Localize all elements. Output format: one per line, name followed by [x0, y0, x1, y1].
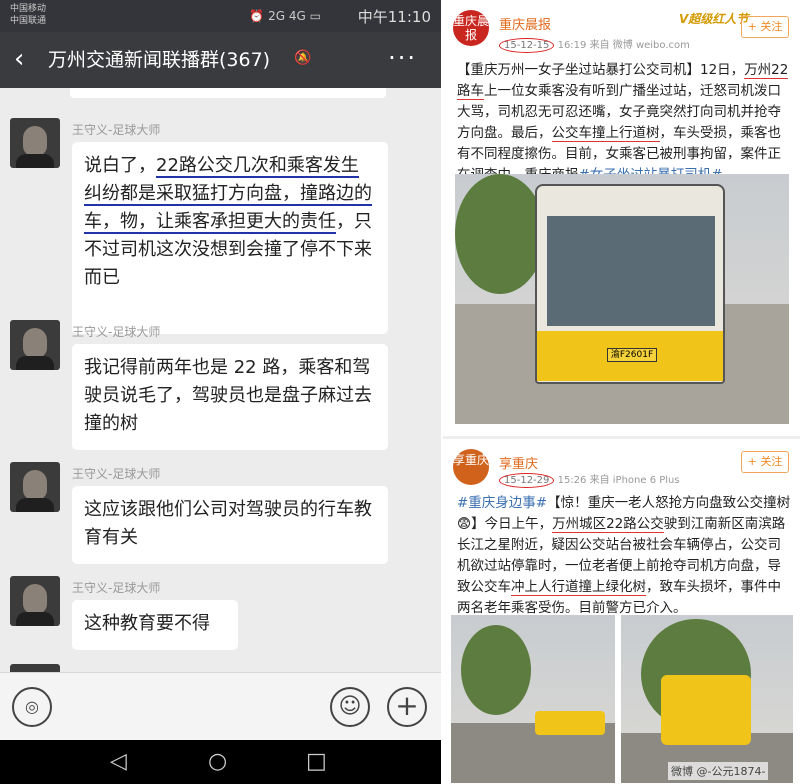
input-bar: ◎ ☺ +	[0, 672, 441, 740]
post-time: 16:19	[557, 40, 587, 51]
bus-image: 渝F2601F	[535, 184, 725, 384]
message-bubble[interactable]: 我记得前两年也是 22 路，乘客和驾驶员说毛了，驾驶员也是盘子麻过去撞的树	[72, 344, 388, 450]
avatar[interactable]	[10, 462, 60, 512]
weibo-post: 重庆晨报 重庆晨报 V超级红人节 15-12-15 16:19 来自 微博 we…	[443, 0, 800, 432]
post-text-highlight: 公交车撞上行道树	[551, 125, 660, 142]
post-meta: 15-12-15 16:19 来自 微博 weibo.com	[499, 36, 690, 53]
account-name[interactable]: 享重庆	[499, 453, 538, 472]
avatar[interactable]	[10, 576, 60, 626]
bus-crash-photo[interactable]: 渝F2601F	[455, 174, 789, 424]
sender-name: 王守义-足球大师	[72, 325, 161, 339]
post-text-highlight: 万州城区22路公交	[552, 516, 664, 533]
watermark: 微博 @-公元1874-	[668, 762, 769, 780]
sender-name: 王守义-足球大师	[72, 123, 161, 137]
carrier-2: 中国联通	[10, 16, 47, 26]
bell-muted-icon: 🔕	[294, 50, 312, 66]
post-text-highlight: 冲上人行道撞上绿化树	[511, 579, 646, 596]
carrier-1: 中国移动	[10, 4, 47, 14]
more-options-button[interactable]: ···	[388, 44, 417, 72]
license-plate: 渝F2601F	[607, 348, 657, 362]
post-source: 来自 微博 weibo.com	[589, 40, 690, 51]
message-text: 说白了，	[84, 155, 156, 176]
status-time: 中午11:10	[357, 8, 431, 26]
post-source: 来自 iPhone 6 Plus	[589, 475, 680, 486]
status-bar: 中国移动 中国联通 ⏰ 2G 4G ▭ 中午11:10	[0, 0, 441, 32]
chat-header: ‹ 万州交通新闻联播群(367) 🔕 ···	[0, 32, 441, 88]
system-nav-bar: ◁ ○ □	[0, 740, 441, 784]
nav-recent-icon[interactable]: □	[306, 748, 327, 776]
message-bubble[interactable]: 说白了，22路公交几次和乘客发生纠纷都是采取猛打方向盘，撞路边的车，物，让乘客承…	[72, 142, 388, 334]
voice-icon[interactable]: ◎	[12, 687, 52, 727]
weibo-screenshots: 重庆晨报 重庆晨报 V超级红人节 15-12-15 16:19 来自 微博 we…	[443, 0, 800, 784]
post-meta: 15-12-29 15:26 来自 iPhone 6 Plus	[499, 471, 680, 488]
message-list[interactable]: 王守义-足球大师 说白了，22路公交几次和乘客发生纠纷都是采取猛打方向盘，撞路边…	[0, 88, 441, 672]
sender-name: 王守义-足球大师	[72, 581, 161, 595]
back-arrow-icon[interactable]: ‹	[14, 44, 24, 74]
avatar[interactable]	[10, 664, 60, 672]
badge: V超级红人节	[679, 12, 749, 26]
avatar[interactable]	[10, 320, 60, 370]
sender-name: 王守义-足球大师	[72, 467, 161, 481]
post-text-segment: 【重庆万州一女子坐过站暴打公交司机】12日，	[457, 62, 745, 78]
account-logo: 享重庆	[453, 449, 489, 485]
message-bubble[interactable]: 这种教育要不得	[72, 600, 238, 650]
avatar[interactable]	[10, 118, 60, 168]
nav-home-icon[interactable]: ○	[208, 748, 227, 776]
plus-icon[interactable]: +	[387, 687, 427, 727]
account-logo: 重庆晨报	[453, 10, 489, 46]
post-date: 15-12-15	[499, 38, 555, 53]
previous-message-bubble	[70, 88, 386, 98]
follow-button[interactable]: + 关注	[741, 16, 789, 38]
emoji-icon[interactable]: ☺	[330, 687, 370, 727]
post-text: #重庆身边事#【惊！重庆一老人怒抢方向盘致公交撞树😨】今日上午，万州城区22路公…	[457, 493, 791, 619]
street-scene-photo[interactable]	[451, 615, 615, 783]
message-bubble[interactable]: 这应该跟他们公司对驾驶员的行车教育有关	[72, 486, 388, 564]
post-text: 【重庆万州一女子坐过站暴打公交司机】12日，万州22路车上一位女乘客没有听到广播…	[457, 60, 791, 186]
post-date: 15-12-29	[499, 473, 555, 488]
chat-title: 万州交通新闻联播群(367)	[48, 49, 271, 71]
bus-tree-photo[interactable]	[621, 615, 793, 783]
chat-screen: 中国移动 中国联通 ⏰ 2G 4G ▭ 中午11:10 ‹ 万州交通新闻联播群(…	[0, 0, 441, 784]
follow-button[interactable]: + 关注	[741, 451, 789, 473]
account-name[interactable]: 重庆晨报	[499, 14, 551, 33]
post-time: 15:26	[557, 475, 587, 486]
nav-back-icon[interactable]: ◁	[110, 748, 127, 776]
hashtag-link[interactable]: #重庆身边事#	[457, 495, 547, 511]
weibo-post: 享重庆 享重庆 15-12-29 15:26 来自 iPhone 6 Plus …	[443, 436, 800, 784]
status-icons: ⏰ 2G 4G ▭	[249, 9, 321, 23]
